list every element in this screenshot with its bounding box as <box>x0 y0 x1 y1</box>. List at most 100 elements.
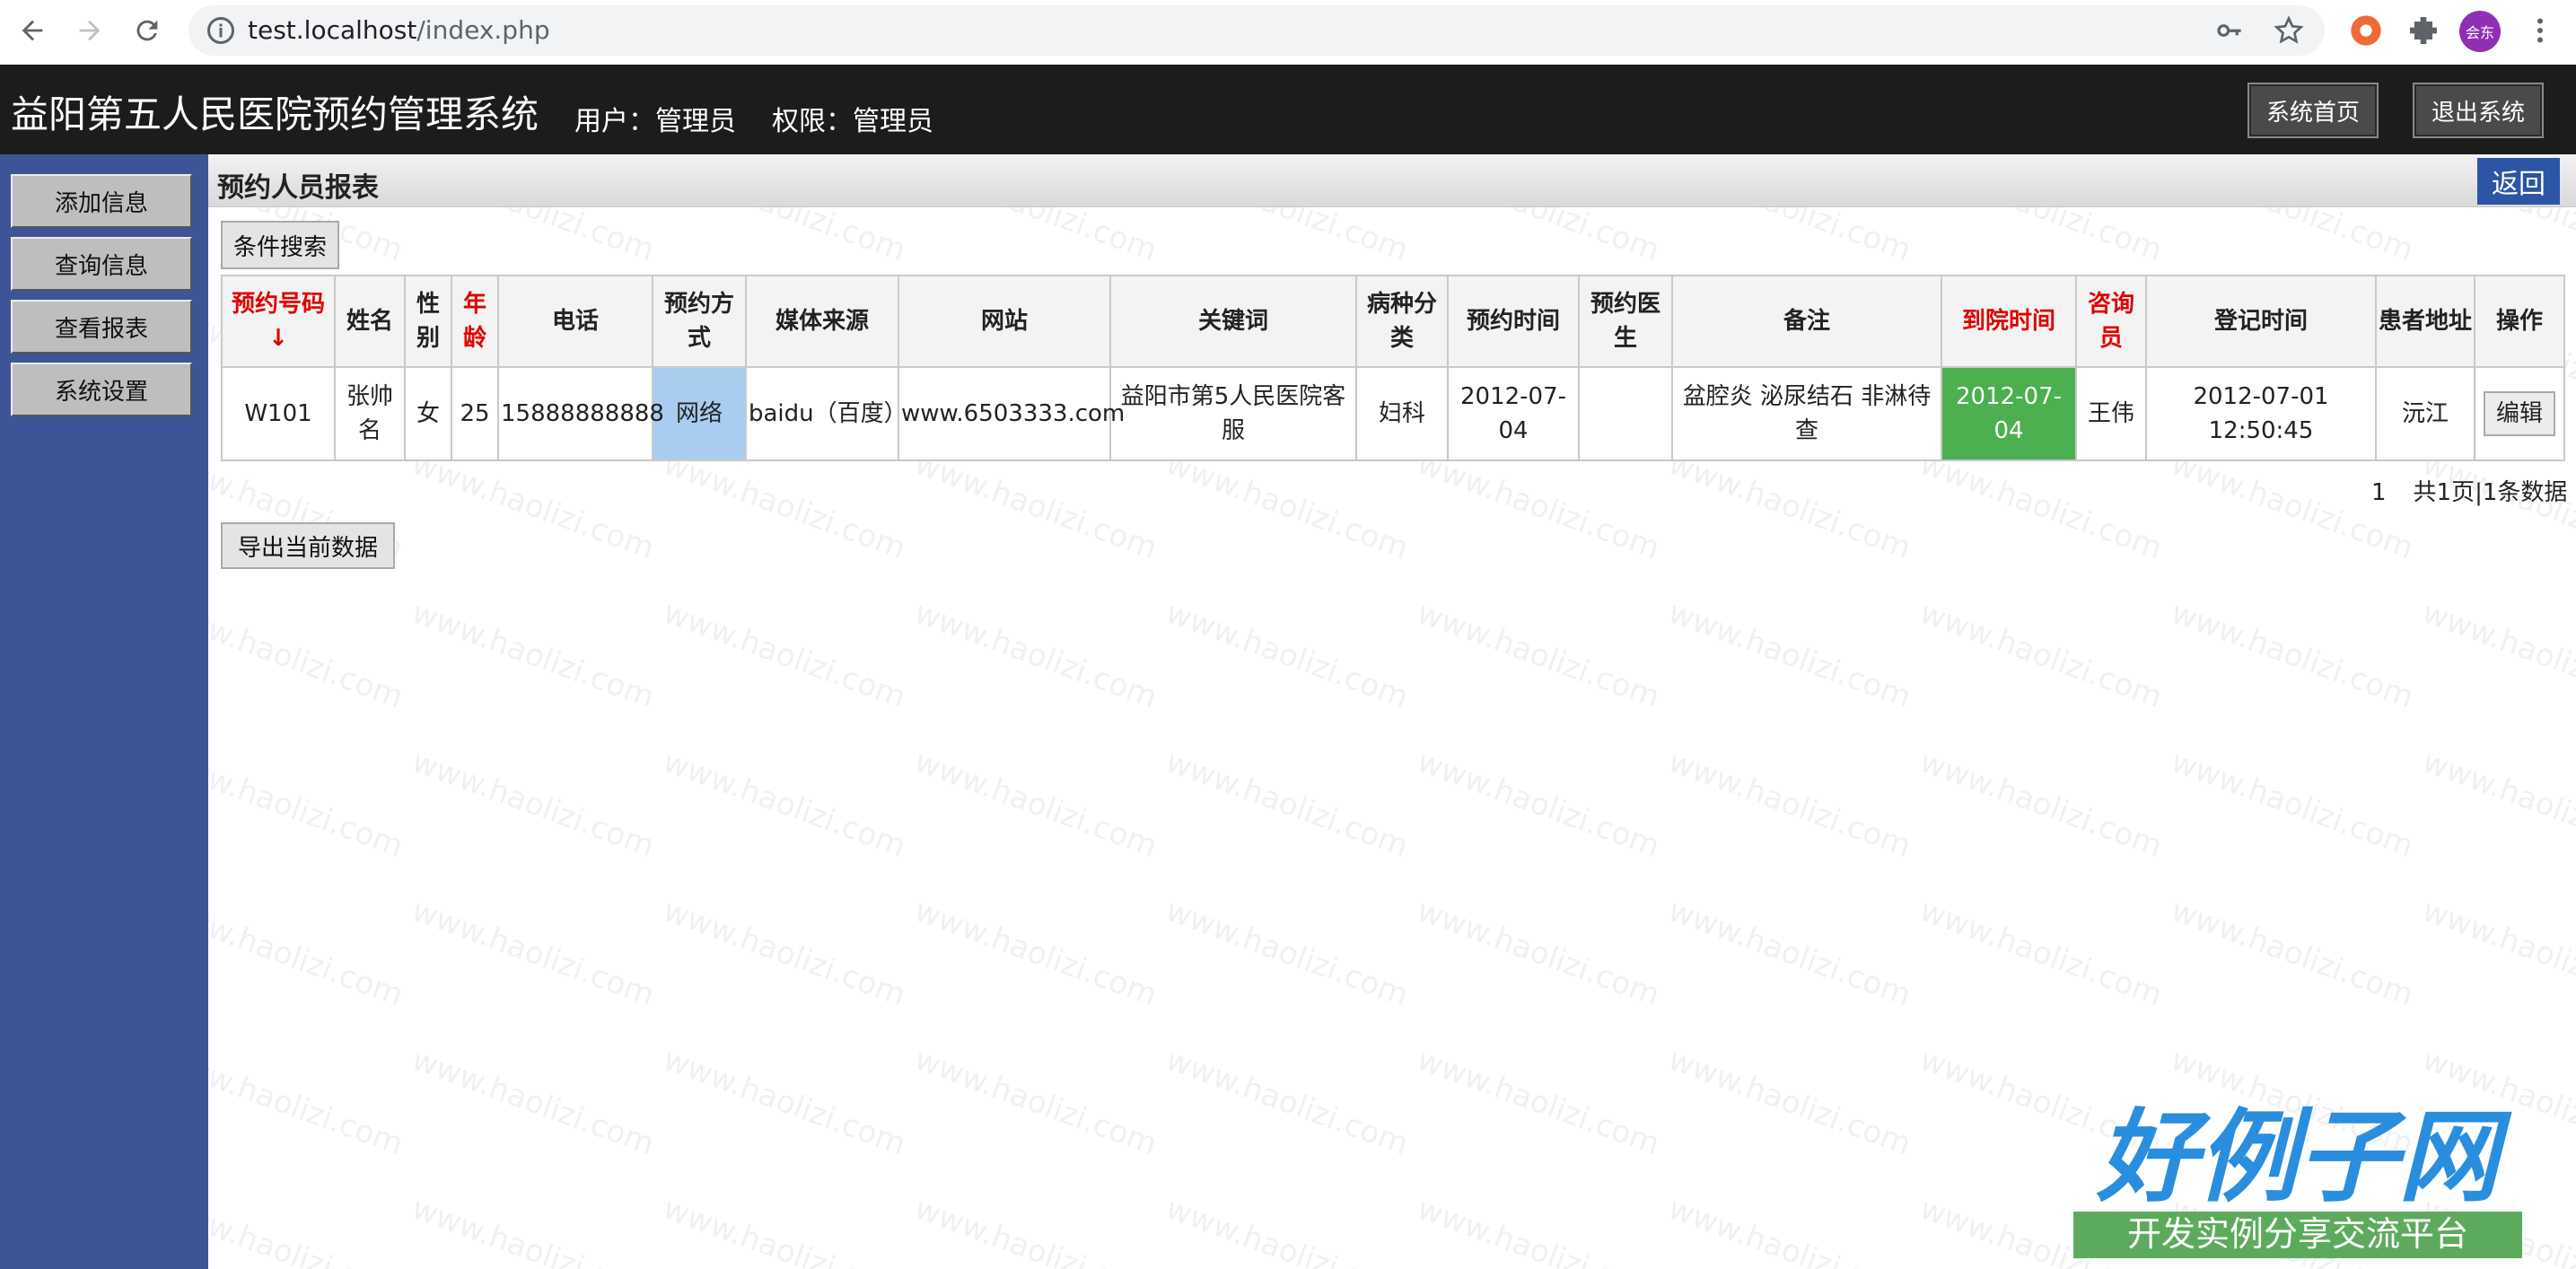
watermark-text: www.haolizi.com <box>208 1190 408 1269</box>
watermark-text: www.haolizi.com <box>658 1041 911 1163</box>
user-label: 用户：管理员 <box>574 106 736 137</box>
logout-button[interactable]: 退出系统 <box>2413 83 2544 138</box>
cell-media: baidu（百度） <box>745 366 907 461</box>
watermark-text: www.haolizi.com <box>1914 445 2168 567</box>
appointment-table: 预约号码↓ 姓名 性别 年龄 电话 预约方式 媒体来源 网站 关键词 病种分类 … <box>221 275 2565 461</box>
cell-id: W101 <box>221 366 336 461</box>
profile-avatar[interactable]: 会东 <box>2459 11 2501 52</box>
watermark-text: www.haolizi.com <box>658 594 911 716</box>
export-button[interactable]: 导出当前数据 <box>221 522 395 569</box>
col-header-doctor: 预约医生 <box>1578 275 1673 368</box>
puzzle-icon[interactable] <box>2405 13 2441 48</box>
watermark-text: www.haolizi.com <box>1663 892 1916 1014</box>
watermark-text: www.haolizi.com <box>2166 892 2419 1014</box>
watermark-text: www.haolizi.com <box>2166 743 2419 865</box>
cell-address: 沅江 <box>2375 366 2475 461</box>
home-button[interactable]: 系统首页 <box>2247 83 2379 138</box>
col-header-id[interactable]: 预约号码↓ <box>221 275 336 368</box>
extension-icon[interactable] <box>2348 13 2384 48</box>
cell-keyword: 益阳市第5人民医院客服 <box>1109 366 1357 461</box>
col-header-remark: 备注 <box>1671 275 1942 368</box>
watermark-text: www.haolizi.com <box>407 892 660 1014</box>
user-info: 用户：管理员 权限：管理员 <box>574 99 969 138</box>
cell-website: www.6503333.com <box>898 366 1125 461</box>
page-title: 预约人员报表 <box>217 172 379 204</box>
watermark-text: www.haolizi.com <box>1161 892 1414 1014</box>
watermark-text: www.haolizi.com <box>208 594 408 716</box>
watermark-text: www.haolizi.com <box>208 743 408 865</box>
url-text: test.localhost/index.php <box>248 15 550 45</box>
col-header-arrival-time[interactable]: 到院时间 <box>1941 275 2077 368</box>
watermark-text: www.haolizi.com <box>1914 892 2168 1014</box>
cell-name: 张帅名 <box>334 366 406 461</box>
brand-logo-tagline: 开发实例分享交流平台 <box>2127 1214 2468 1254</box>
watermark-text: www.haolizi.com <box>658 892 911 1014</box>
watermark-text: www.haolizi.com <box>407 445 660 567</box>
watermark-text: www.haolizi.com <box>1663 445 1916 567</box>
cell-doctor <box>1578 366 1673 461</box>
condition-search-button[interactable]: 条件搜索 <box>221 221 339 269</box>
watermark-text: www.haolizi.com <box>407 1041 660 1163</box>
site-info-icon[interactable] <box>205 14 237 47</box>
col-header-website: 网站 <box>898 275 1111 368</box>
watermark-text: www.haolizi.com <box>1412 743 1665 865</box>
edit-button[interactable]: 编辑 <box>2484 391 2555 436</box>
cell-arrival-time: 2012-07-04 <box>1941 366 2077 461</box>
watermark-text: www.haolizi.com <box>658 1190 911 1269</box>
app-header: 益阳第五人民医院预约管理系统 用户：管理员 权限：管理员 系统首页 退出系统 <box>0 65 2576 154</box>
col-header-consultant[interactable]: 咨询员 <box>2075 275 2147 368</box>
browser-toolbar: test.localhost/index.php 会东 <box>0 0 2576 66</box>
col-header-keyword: 关键词 <box>1109 275 1357 368</box>
sidebar-item-settings[interactable]: 系统设置 <box>11 363 192 416</box>
bookmark-star-icon[interactable] <box>2273 14 2305 47</box>
col-header-gender: 性别 <box>404 275 452 368</box>
table-header-row: 预约号码↓ 姓名 性别 年龄 电话 预约方式 媒体来源 网站 关键词 病种分类 … <box>221 275 2565 368</box>
sidebar-item-add[interactable]: 添加信息 <box>11 174 192 228</box>
watermark-text: www.haolizi.com <box>1412 1041 1665 1163</box>
watermark-text: www.haolizi.com <box>658 743 911 865</box>
sidebar-item-report[interactable]: 查看报表 <box>11 300 192 354</box>
reload-icon[interactable] <box>127 11 167 50</box>
sidebar-item-query[interactable]: 查询信息 <box>11 237 192 291</box>
cell-action: 编辑 <box>2474 366 2565 461</box>
watermark-text: www.haolizi.com <box>1412 1190 1665 1269</box>
address-bar[interactable]: test.localhost/index.php <box>188 5 2325 56</box>
watermark-text: www.haolizi.com <box>407 743 660 865</box>
col-header-age[interactable]: 年龄 <box>451 275 499 368</box>
watermark-text: www.haolizi.com <box>909 594 1162 716</box>
sidebar: 添加信息 查询信息 查看报表 系统设置 <box>0 154 208 1269</box>
brand-logo-title: 好例子网 <box>2096 1101 2512 1213</box>
watermark-text: www.haolizi.com <box>1161 594 1414 716</box>
watermark-text: www.haolizi.com <box>1663 1190 1916 1269</box>
watermark-text: www.haolizi.com <box>1663 1041 1916 1163</box>
cell-age: 25 <box>451 366 499 461</box>
back-arrow-icon[interactable] <box>13 11 52 50</box>
watermark-text: www.haolizi.com <box>208 892 408 1014</box>
watermark-text: www.haolizi.com <box>1663 743 1916 865</box>
page-number-link[interactable]: 1 <box>2371 479 2387 506</box>
app-title: 益阳第五人民医院预约管理系统 <box>11 92 539 136</box>
col-header-register-time: 登记时间 <box>2145 275 2377 368</box>
key-icon[interactable] <box>2215 16 2244 45</box>
url-host: test.localhost <box>248 15 417 45</box>
back-button[interactable]: 返回 <box>2477 158 2560 205</box>
watermark-text: www.haolizi.com <box>2417 743 2576 865</box>
col-header-appointment-time: 预约时间 <box>1447 275 1580 368</box>
cell-method: 网络 <box>652 366 747 461</box>
col-header-action: 操作 <box>2474 275 2565 368</box>
watermark-text: www.haolizi.com <box>407 594 660 716</box>
col-header-phone: 电话 <box>497 275 653 368</box>
watermark-text: www.haolizi.com <box>909 1190 1162 1269</box>
forward-arrow-icon[interactable] <box>70 11 110 50</box>
col-header-category: 病种分类 <box>1355 275 1449 368</box>
page-summary: 共1页|1条数据 <box>2413 479 2568 506</box>
cell-remark: 盆腔炎 泌尿结石 非淋待查 <box>1671 366 1942 461</box>
cell-appointment-time: 2012-07-04 <box>1447 366 1580 461</box>
watermark-text: www.haolizi.com <box>1161 743 1414 865</box>
watermark-text: www.haolizi.com <box>909 445 1162 567</box>
cell-consultant: 王伟 <box>2075 366 2147 461</box>
more-menu-icon[interactable] <box>2524 13 2556 48</box>
pagination: 1 共1页|1条数据 <box>2371 474 2567 507</box>
table-row: W101 张帅名 女 25 15888888888 网络 baidu（百度） w… <box>221 366 2565 461</box>
watermark-text: www.haolizi.com <box>2417 892 2576 1014</box>
